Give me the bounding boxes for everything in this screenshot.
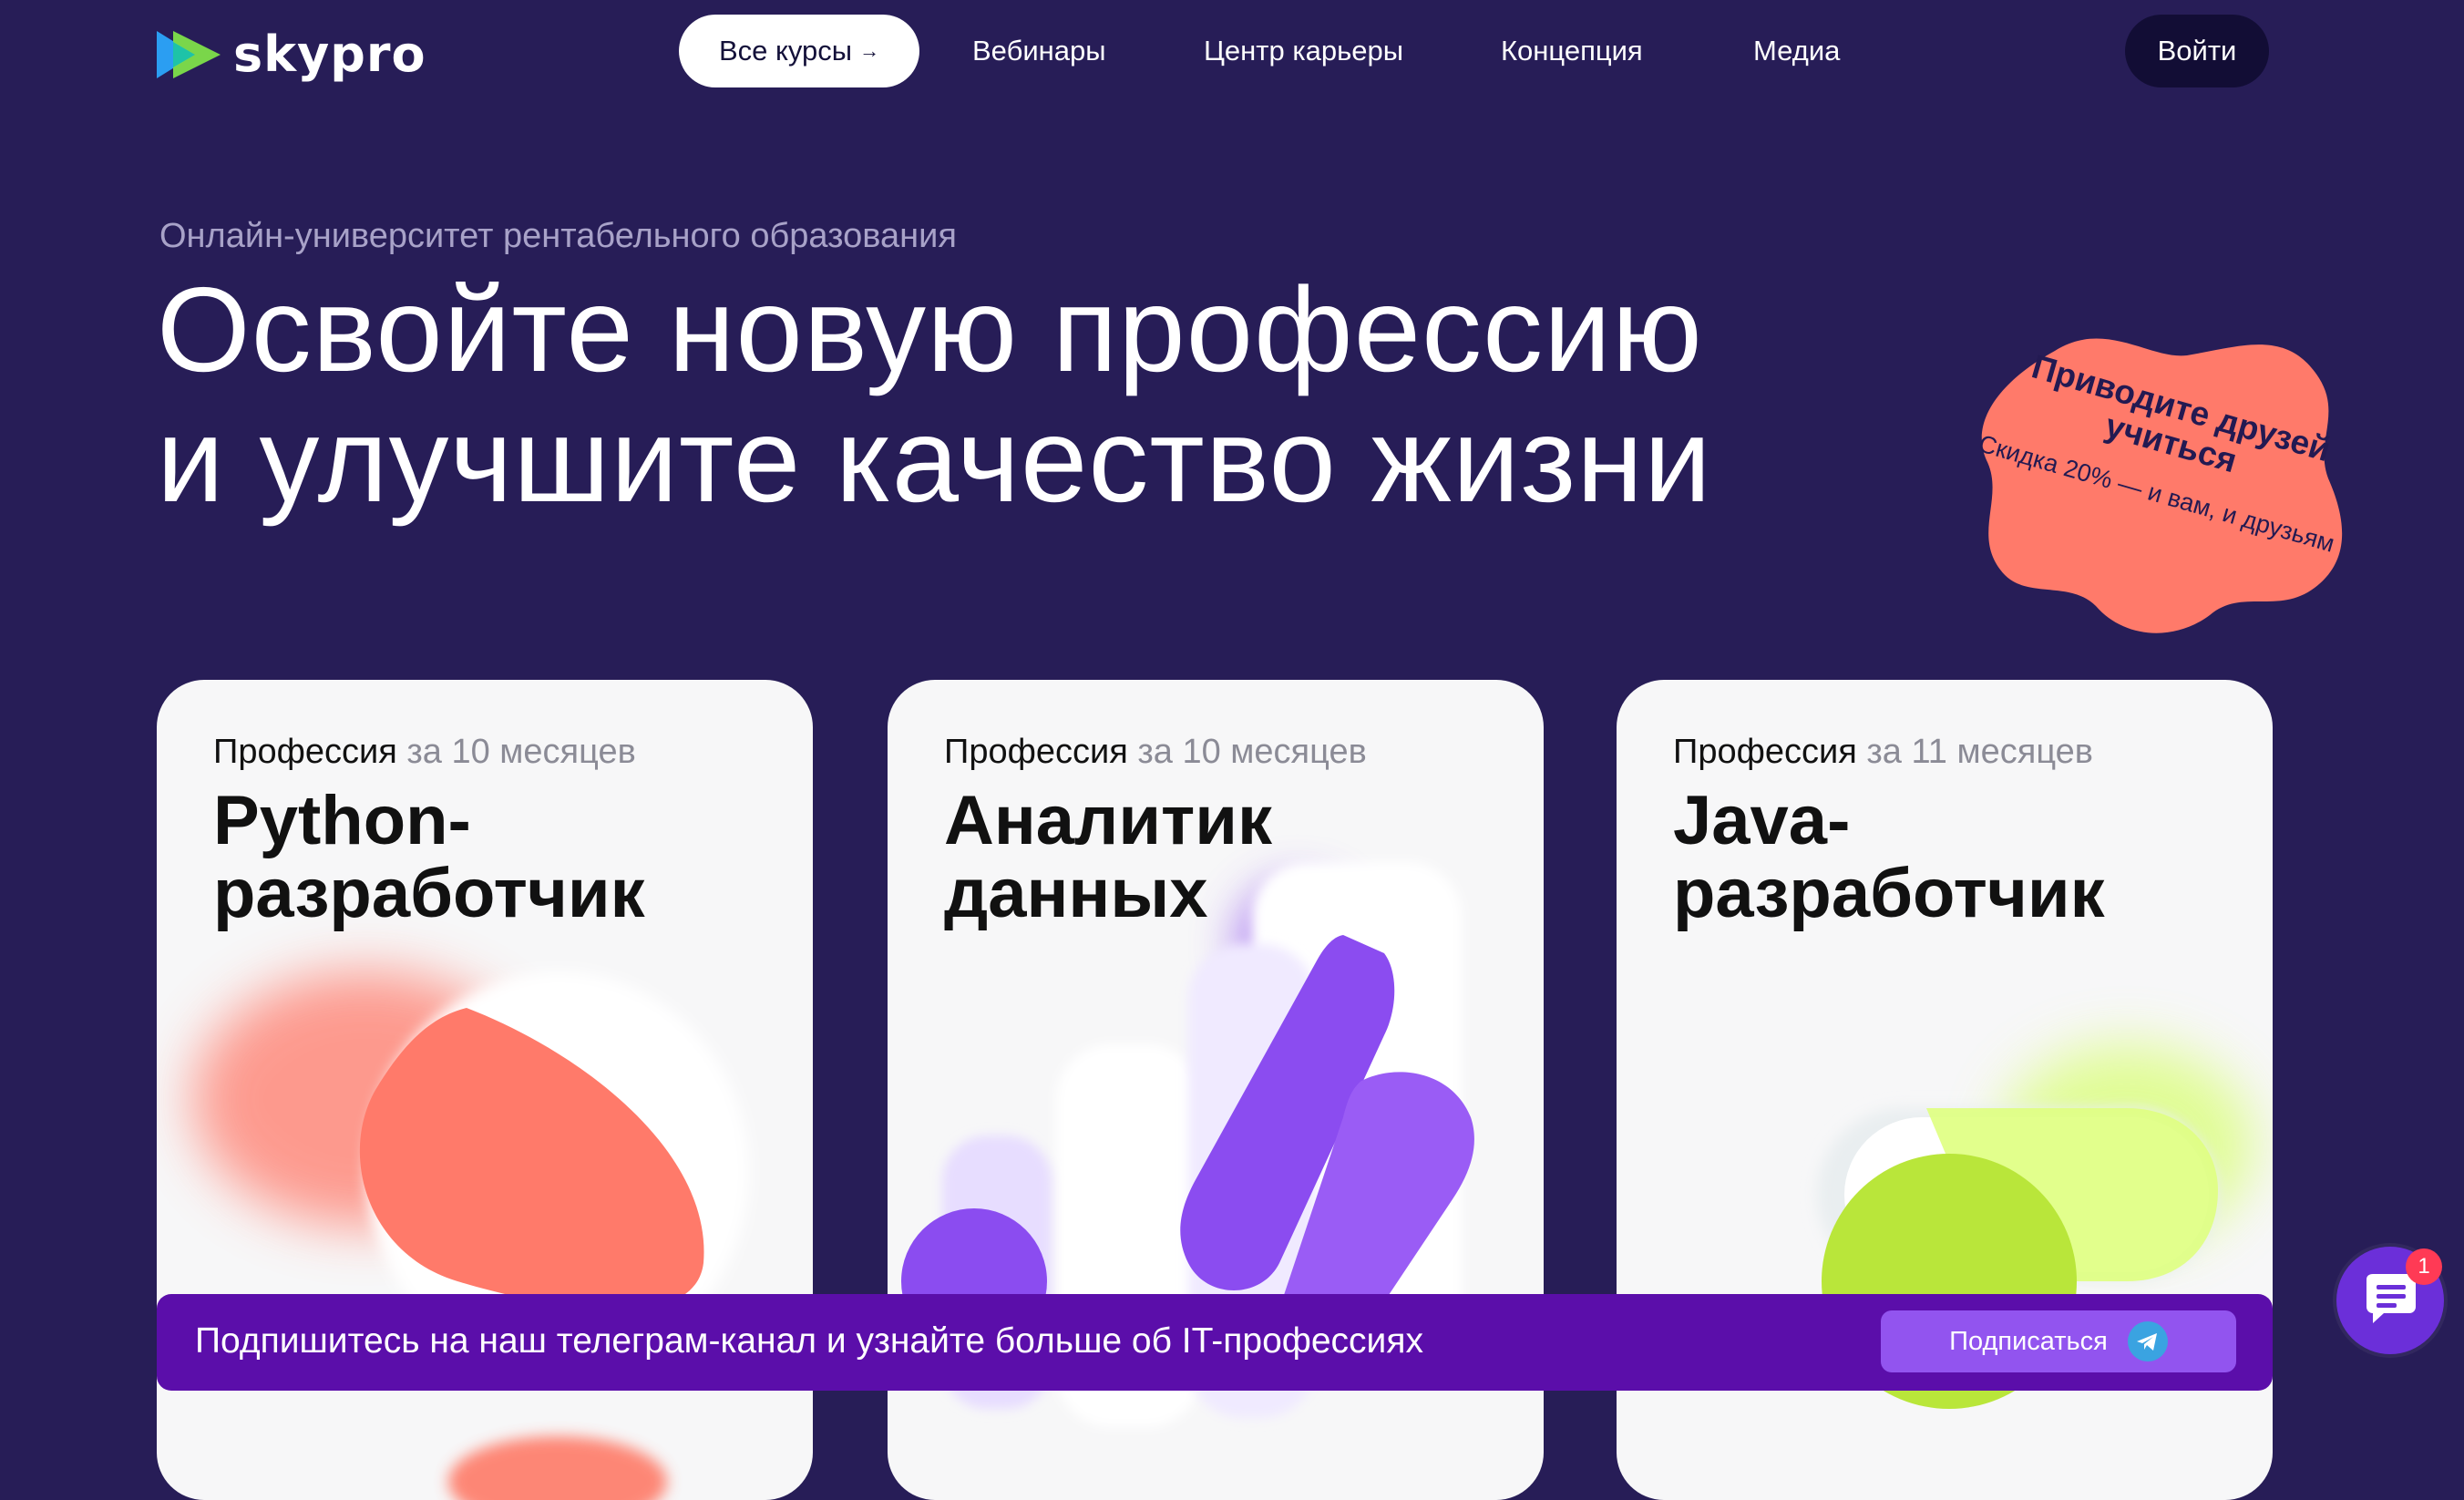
chat-unread-badge: 1 (2406, 1248, 2442, 1285)
card-meta-label: Профессия (1673, 733, 1857, 771)
card-title: Python- разработчик (213, 785, 645, 930)
logo-text: skypro (233, 26, 426, 83)
card-title-line1: Java- (1673, 782, 1851, 859)
login-button[interactable]: Войти (2125, 15, 2269, 87)
card-title: Аналитик данных (944, 785, 1272, 930)
banner-text: Подпишитесь на наш телеграм-канал и узна… (195, 1321, 1423, 1361)
nav-career-center[interactable]: Центр карьеры (1204, 35, 1403, 67)
card-meta: Профессия за 11 месяцев (1673, 733, 2093, 772)
hero-title-line1: Освойте новую профессию (157, 262, 1703, 396)
telegram-icon (2127, 1321, 2168, 1361)
card-meta-label: Профессия (213, 733, 397, 771)
card-meta: Профессия за 10 месяцев (944, 733, 1367, 772)
card-duration: за 10 месяцев (1137, 733, 1367, 771)
card-duration: за 10 месяцев (406, 733, 636, 771)
card-title-line2: разработчик (1673, 855, 2105, 932)
all-courses-button[interactable]: Все курсы → (679, 15, 919, 87)
nav-webinars[interactable]: Вебинары (972, 35, 1106, 67)
hero-title: Освойте новую профессию и улучшите качес… (157, 264, 1712, 525)
card-duration: за 11 месяцев (1866, 733, 2093, 771)
arrow-right-icon: → (859, 39, 880, 62)
card-title-line1: Аналитик (944, 782, 1273, 859)
play-logo-icon (157, 30, 221, 78)
subscribe-button[interactable]: Подписаться (1881, 1310, 2236, 1372)
main-nav: Все курсы → (679, 15, 919, 87)
card-meta: Профессия за 10 месяцев (213, 733, 636, 772)
subscribe-label: Подписаться (1949, 1326, 2108, 1356)
hero-eyebrow: Онлайн-университет рентабельного образов… (159, 217, 957, 255)
card-title-line1: Python- (213, 782, 471, 859)
telegram-banner: Подпишитесь на наш телеграм-канал и узна… (157, 1294, 2273, 1391)
skypro-logo[interactable]: skypro (157, 26, 426, 83)
card-title-line2: данных (944, 855, 1208, 932)
card-title: Java- разработчик (1673, 785, 2105, 930)
card-meta-label: Профессия (944, 733, 1128, 771)
hero-title-line2: и улучшите качество жизни (157, 393, 1712, 527)
nav-concept[interactable]: Концепция (1501, 35, 1643, 67)
referral-badge[interactable]: Приводите друзей учиться Скидка 20% — и … (1968, 324, 2351, 642)
nav-media[interactable]: Медиа (1753, 35, 1840, 67)
card-title-line2: разработчик (213, 855, 645, 932)
all-courses-label: Все курсы (718, 35, 853, 67)
